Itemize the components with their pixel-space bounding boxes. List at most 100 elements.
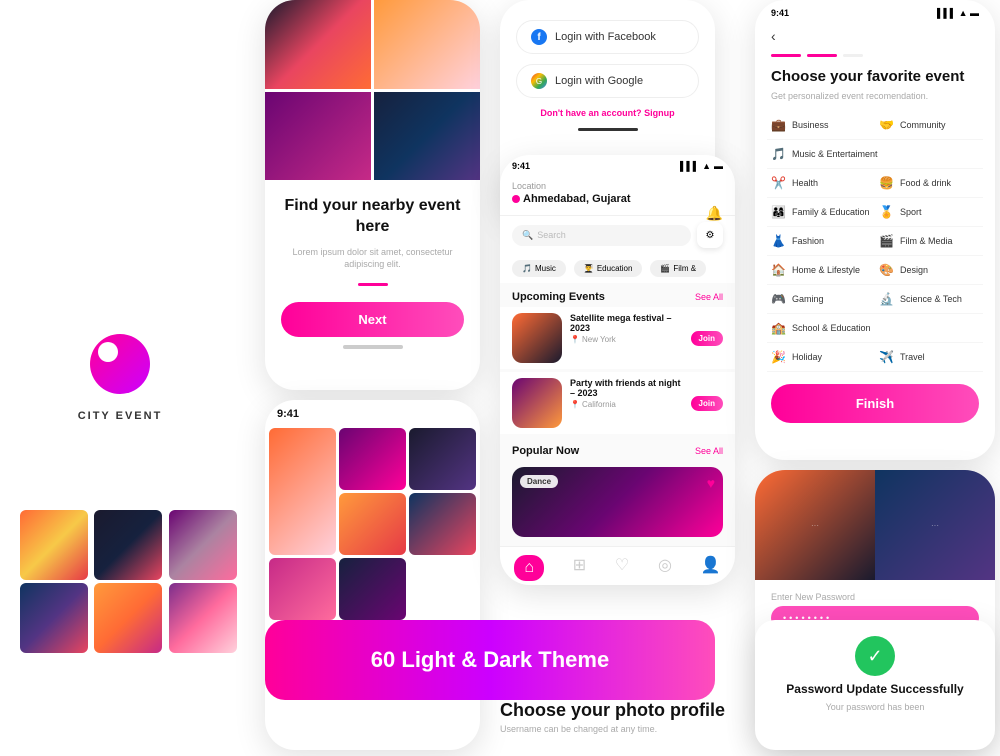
popular-section: Dance ♥ <box>500 461 735 543</box>
cat-food[interactable]: 🍔 Food & drink <box>875 169 983 198</box>
back-button[interactable]: ‹ <box>755 22 995 50</box>
location-text: Ahmedabad, Gujarat <box>523 193 631 205</box>
success-title: Password Update Successfully <box>786 682 963 696</box>
theme-banner: 60 Light & Dark Theme <box>265 620 715 700</box>
next-button[interactable]: Next <box>281 302 464 337</box>
cat-tab-education[interactable]: 👨‍🎓 Education <box>574 260 643 277</box>
popular-see-all[interactable]: See All <box>695 446 723 456</box>
event-location-1: New York <box>582 335 616 344</box>
cat-family[interactable]: 👨‍👩‍👧 Family & Education <box>767 198 875 227</box>
search-box[interactable]: 🔍 Search <box>512 225 691 246</box>
time-display: 9:41 <box>512 161 530 171</box>
cat-science[interactable]: 🔬 Science & Tech <box>875 285 983 314</box>
main-app-phone: 9:41 ▌▌▌ ▲ ▬ Location Ahmedabad, Gujarat… <box>500 155 735 585</box>
location-nav-icon[interactable]: ◎ <box>658 555 672 581</box>
password-label: Enter New Password <box>771 592 979 602</box>
cat-design[interactable]: 🎨 Design <box>875 256 983 285</box>
food-label: Food & drink <box>900 178 951 188</box>
event-loc-1: 📍 New York <box>570 335 683 344</box>
cat-music[interactable]: 🎵 Music & Entertaiment <box>767 140 983 169</box>
travel-label: Travel <box>900 352 925 362</box>
cat-holiday[interactable]: 🎉 Holiday <box>767 343 875 372</box>
event-name-2: Party with friends at night – 2023 <box>570 378 683 398</box>
photo-profile-sub: Username can be changed at any time. <box>500 724 740 734</box>
event-thumb-2 <box>512 378 562 428</box>
onboard-img-2 <box>374 0 480 89</box>
fashion-emoji: 👗 <box>771 234 786 248</box>
signup-text: Don't have an account? Signup <box>516 108 699 118</box>
cat-gaming[interactable]: 🎮 Gaming <box>767 285 875 314</box>
photo-time: 9:41 <box>265 400 480 424</box>
family-emoji: 👨‍👩‍👧 <box>771 205 786 219</box>
photo-7 <box>339 558 406 620</box>
onboard-content: Find your nearby event here Lorem ipsum … <box>265 180 480 390</box>
signup-link[interactable]: Signup <box>644 108 675 118</box>
health-label: Health <box>792 178 818 188</box>
progress-dot-2 <box>807 54 837 57</box>
calendar-icon[interactable]: ⊞ <box>573 555 586 581</box>
school-label: School & Education <box>792 323 871 333</box>
cat-community[interactable]: 🤝 Community <box>875 111 983 140</box>
status-bar: 9:41 ▌▌▌ ▲ ▬ <box>500 155 735 175</box>
cat-travel[interactable]: ✈️ Travel <box>875 343 983 372</box>
upcoming-see-all[interactable]: See All <box>695 292 723 302</box>
profile-icon[interactable]: 👤 <box>701 555 721 581</box>
photo-4 <box>339 493 406 555</box>
cat-film[interactable]: 🎬 Film & Media <box>875 227 983 256</box>
fav-signal: ▌▌▌ ▲ ▬ <box>937 8 979 18</box>
business-emoji: 💼 <box>771 118 786 132</box>
cat-school[interactable]: 🏫 School & Education <box>767 314 983 343</box>
cat-tab-music[interactable]: 🎵 Music <box>512 260 566 277</box>
cat-health[interactable]: ✂️ Health <box>767 169 875 198</box>
event-thumbnails <box>20 510 240 653</box>
bottom-nav: ⌂ ⊞ ♡ ◎ 👤 <box>500 546 735 585</box>
signal-icons: ▌▌▌ ▲ ▬ <box>680 161 723 171</box>
join-button-2[interactable]: Join <box>691 396 723 411</box>
join-button-1[interactable]: Join <box>691 331 723 346</box>
finish-button[interactable]: Finish <box>771 384 979 423</box>
fav-subtitle: Get personalized event recomendation. <box>755 91 995 111</box>
gaming-label: Gaming <box>792 294 824 304</box>
food-emoji: 🍔 <box>879 176 894 190</box>
nav-home-button[interactable]: ⌂ <box>514 555 544 581</box>
filter-button[interactable]: ⚙ <box>697 222 723 248</box>
battery-icon: ▬ <box>714 161 723 171</box>
business-label: Business <box>792 120 829 130</box>
fashion-label: Fashion <box>792 236 824 246</box>
cat-tab-film[interactable]: 🎬 Film & <box>650 260 706 277</box>
success-check-icon: ✓ <box>855 636 895 676</box>
google-icon: G <box>531 73 547 89</box>
category-grid: 💼 Business 🤝 Community 🎵 Music & Enterta… <box>755 111 995 372</box>
thumb-6 <box>169 583 237 653</box>
photo-profile-section: Choose your photo profile Username can b… <box>500 700 740 734</box>
cat-home[interactable]: 🏠 Home & Lifestyle <box>767 256 875 285</box>
onboard-img-4 <box>374 92 480 181</box>
community-label: Community <box>900 120 946 130</box>
photo-1 <box>269 428 336 555</box>
event-location-2: California <box>582 400 616 409</box>
login-bar <box>578 128 638 131</box>
cat-business[interactable]: 💼 Business <box>767 111 875 140</box>
home-lifestyle-emoji: 🏠 <box>771 263 786 277</box>
sport-emoji: 🏅 <box>879 205 894 219</box>
google-login-button[interactable]: G Login with Google <box>516 64 699 98</box>
onboard-heading: Find your nearby event here <box>281 196 464 238</box>
onboard-divider <box>358 283 388 286</box>
event-card-2: Party with friends at night – 2023 📍 Cal… <box>500 372 735 434</box>
heart-icon[interactable]: ♥ <box>707 475 715 491</box>
design-label: Design <box>900 265 928 275</box>
cat-fashion[interactable]: 👗 Fashion <box>767 227 875 256</box>
popular-card-1: Dance ♥ <box>512 467 723 537</box>
pin-icon-1: 📍 <box>570 335 580 344</box>
family-label: Family & Education <box>792 207 870 217</box>
thumb-2 <box>94 510 162 580</box>
science-emoji: 🔬 <box>879 292 894 306</box>
facebook-login-button[interactable]: f Login with Facebook <box>516 20 699 54</box>
health-emoji: ✂️ <box>771 176 786 190</box>
music-emoji: 🎵 <box>771 147 786 161</box>
cat-sport[interactable]: 🏅 Sport <box>875 198 983 227</box>
thumb-3 <box>169 510 237 580</box>
home-lifestyle-label: Home & Lifestyle <box>792 265 860 275</box>
heart-nav-icon[interactable]: ♡ <box>615 555 629 581</box>
notification-button[interactable]: 🔔 <box>706 205 723 222</box>
